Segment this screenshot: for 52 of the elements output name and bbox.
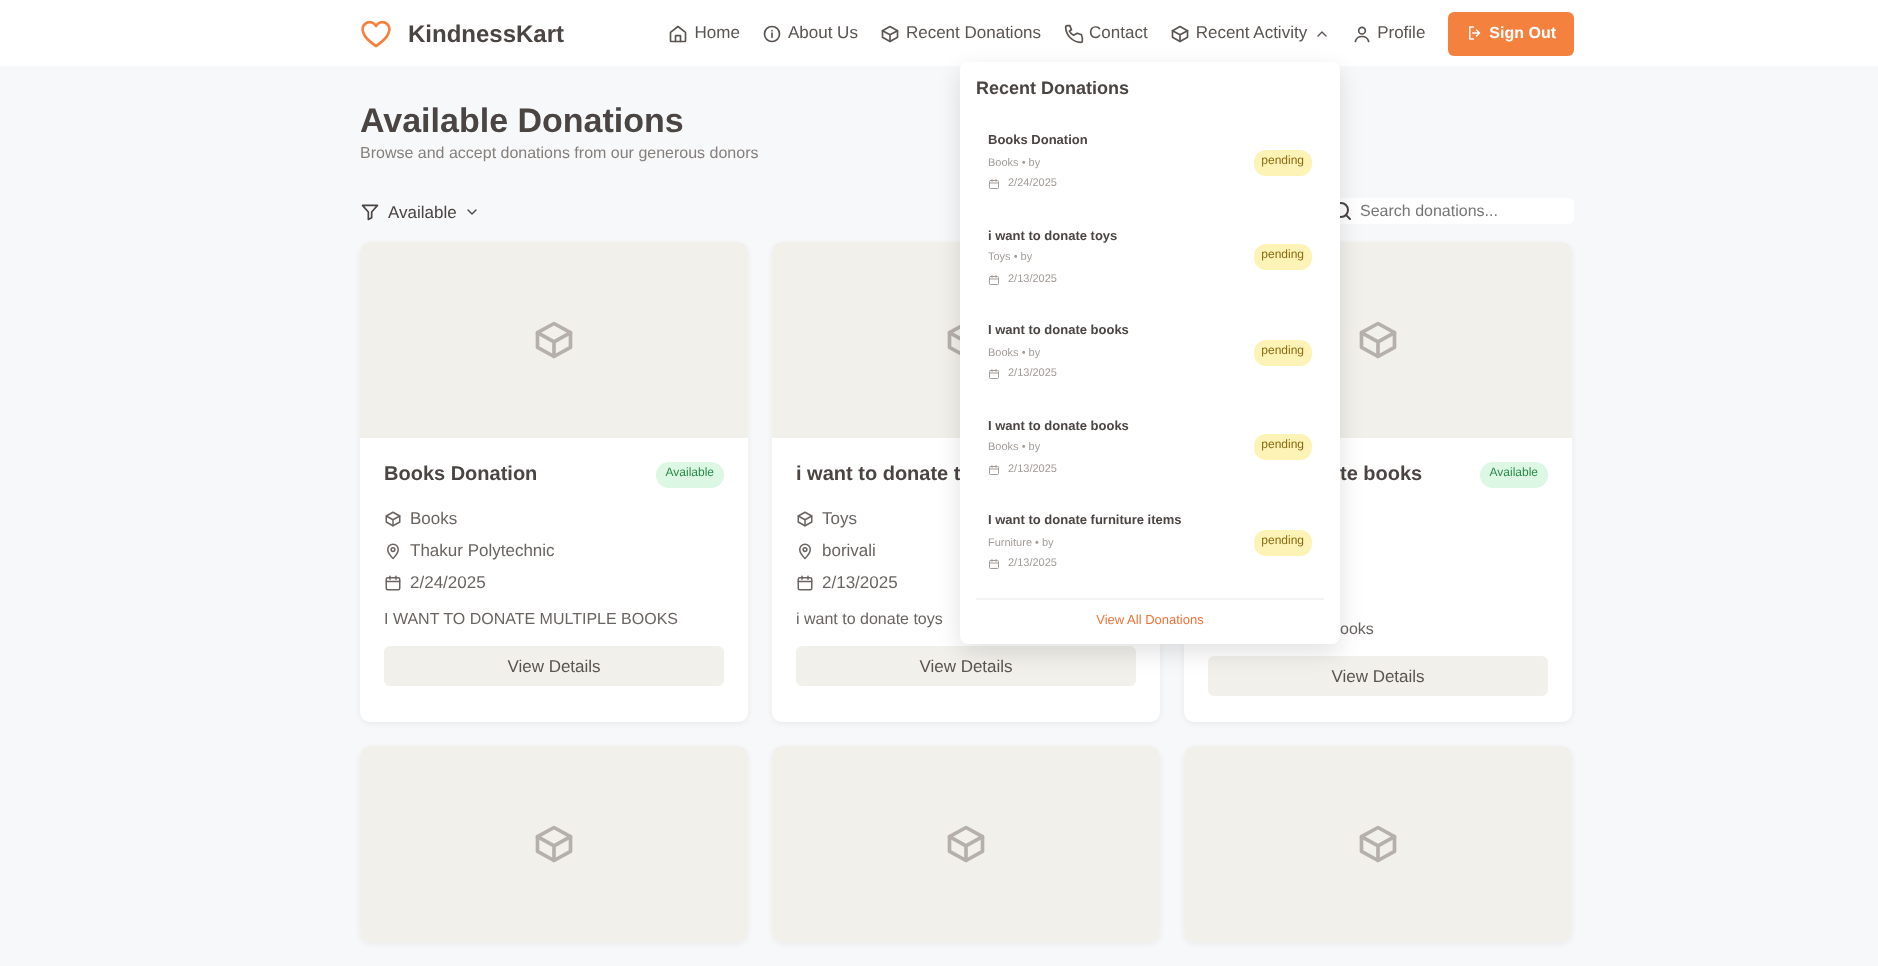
box-icon xyxy=(1169,23,1190,43)
view-details-button[interactable]: View Details xyxy=(796,646,1136,687)
menu-title: Recent Donations xyxy=(976,76,1132,102)
box-icon xyxy=(944,822,988,867)
donation-location: Thakur Polytechnic xyxy=(410,538,555,564)
sign-out-icon xyxy=(1465,24,1484,42)
nav-link[interactable]: Profile xyxy=(1351,20,1426,46)
nav-menu[interactable]: Recent Activity xyxy=(1169,20,1330,46)
box-icon xyxy=(1356,318,1400,363)
calendar-icon xyxy=(988,178,1000,191)
calendar-icon xyxy=(384,573,402,592)
donation-date: 2/24/2025 xyxy=(410,570,486,596)
view-details-button[interactable]: View Details xyxy=(1208,656,1548,697)
brand-name: KindnessKart xyxy=(408,17,565,51)
nav-link[interactable]: About Us xyxy=(761,20,858,46)
donation-title: i want to donate t xyxy=(796,462,961,491)
calendar-icon xyxy=(988,273,1000,286)
user-icon xyxy=(1351,23,1372,43)
donation-description: ooks xyxy=(1340,618,1374,643)
search-field[interactable]: Search donations... xyxy=(1354,198,1574,225)
nav-link[interactable]: Home xyxy=(668,20,740,46)
page-subtitle: Browse and accept donations from our generous donors xyxy=(360,142,759,167)
donation-description: I WANT TO DONATE MULTIPLE BOOKS xyxy=(384,608,678,633)
nav-link[interactable]: Contact xyxy=(1063,20,1148,46)
box-icon xyxy=(1356,822,1400,867)
donation-date: 2/13/2025 xyxy=(822,570,898,596)
calendar-icon xyxy=(796,573,814,592)
donation-description: i want to donate toys xyxy=(796,608,943,633)
calendar-icon xyxy=(988,463,1000,476)
donation-category: Toys xyxy=(822,506,857,532)
filter-icon xyxy=(360,201,380,222)
nav-link[interactable]: Recent Donations xyxy=(879,20,1042,46)
calendar-icon xyxy=(988,558,1000,571)
donation-title: Books Donation xyxy=(384,462,538,491)
donation-category: Books xyxy=(410,506,458,532)
view-details-button[interactable]: View Details xyxy=(384,646,724,687)
box-icon xyxy=(879,23,900,43)
page-title: Available Donations xyxy=(360,102,684,143)
info-icon xyxy=(761,23,782,43)
location-pin-icon xyxy=(796,541,814,560)
box-icon xyxy=(796,509,814,528)
location-pin-icon xyxy=(384,541,402,560)
calendar-icon xyxy=(988,368,1000,381)
box-icon xyxy=(532,318,576,363)
heart-icon xyxy=(360,17,392,49)
box-icon xyxy=(532,822,576,867)
phone-icon xyxy=(1063,23,1084,43)
donation-title: te books xyxy=(1340,462,1423,491)
status-filter[interactable]: Available xyxy=(360,199,481,225)
home-icon xyxy=(668,23,689,43)
donation-location: borivali xyxy=(822,538,876,564)
box-icon xyxy=(384,509,402,528)
